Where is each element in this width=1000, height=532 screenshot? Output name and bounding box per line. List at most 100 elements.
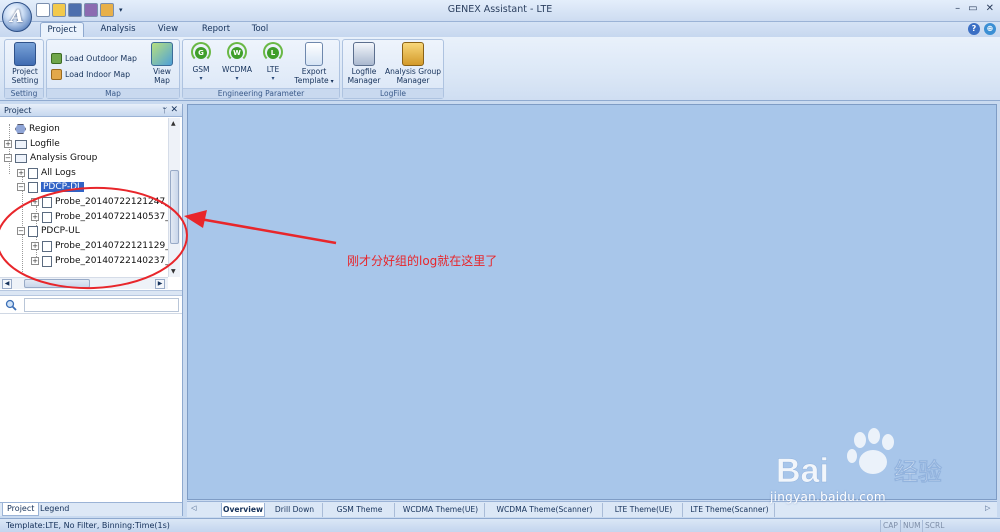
analysis-group-manager-label: Analysis Group Manager — [384, 67, 442, 85]
ribbon-group-map: Load Outdoor Map Load Indoor Map View Ma… — [46, 39, 180, 99]
tree-item-all-logs[interactable]: + All Logs — [17, 166, 76, 180]
group-label-map: Map — [47, 88, 179, 98]
scroll-up-icon[interactable]: ▲ — [171, 120, 176, 127]
wcdma-dropdown-icon: ▾ — [235, 75, 239, 82]
maximize-button[interactable]: ▭ — [968, 3, 977, 14]
group-label-logfile: LogFile — [343, 88, 443, 98]
vertical-scroll-thumb[interactable] — [170, 170, 179, 244]
project-setting-button[interactable]: Project Setting — [7, 42, 43, 85]
num-lock-indicator: NUM — [900, 520, 921, 532]
group-icon — [28, 181, 38, 193]
logfile-manager-label: Logfile Manager — [347, 67, 381, 85]
info-icon[interactable]: ⊕ — [984, 23, 996, 35]
analysis-group-folder-icon — [15, 153, 27, 163]
scroll-down-icon[interactable]: ▼ — [171, 268, 176, 275]
scroll-left-icon[interactable]: ◀ — [2, 279, 12, 289]
project-panel-header: Project ᛘ ✕ — [0, 104, 182, 117]
expand-icon[interactable]: + — [31, 257, 39, 265]
view-tab-wcdma-theme-scanner[interactable]: WCDMA Theme(Scanner) — [487, 503, 603, 517]
tab-report[interactable]: Report — [196, 22, 236, 37]
panel-tab-project[interactable]: Project — [2, 503, 40, 516]
expand-icon[interactable]: + — [31, 198, 39, 206]
collapse-icon[interactable]: − — [17, 183, 25, 191]
tab-tool[interactable]: Tool — [244, 22, 276, 37]
analysis-group-manager-button[interactable]: Analysis Group Manager — [383, 42, 443, 85]
expand-icon[interactable]: + — [17, 169, 25, 177]
load-outdoor-map-button[interactable]: Load Outdoor Map — [51, 53, 137, 64]
tree-label-analysis-group: Analysis Group — [30, 153, 98, 163]
group-icon — [28, 225, 38, 237]
help-icons: ? ⊕ — [968, 23, 996, 35]
watermark-url: jingyan.baidu.com — [770, 490, 886, 504]
main-workspace[interactable]: 刚才分好组的log就在这里了 — [187, 104, 997, 500]
outdoor-map-icon — [51, 53, 62, 64]
expand-icon[interactable]: + — [4, 140, 12, 148]
ribbon-group-engineering-parameter: G GSM ▾ W WCDMA ▾ L LTE ▾ Export Templat… — [182, 39, 340, 99]
tree-item-region[interactable]: Region — [4, 122, 60, 136]
tab-view[interactable]: View — [150, 22, 186, 37]
probe-file-icon — [42, 211, 52, 223]
tree-item-pdcp-ul[interactable]: − PDCP-UL — [17, 224, 80, 238]
wcdma-antenna-icon: W — [227, 42, 247, 64]
scroll-lock-indicator: SCRL — [922, 520, 944, 532]
tree-item-probe-ul-1[interactable]: + Probe_20140722121129_U — [31, 239, 168, 253]
tree-vertical-scrollbar[interactable]: ▲ ▼ — [168, 118, 180, 277]
horizontal-scroll-thumb[interactable] — [24, 279, 90, 288]
annotation-text: 刚才分好组的log就在这里了 — [347, 254, 498, 268]
tree-item-probe-ul-2[interactable]: + Probe_20140722140237_U — [31, 254, 168, 268]
view-tab-wcdma-theme-ue[interactable]: WCDMA Theme(UE) — [397, 503, 485, 517]
view-tab-lte-theme-ue[interactable]: LTE Theme(UE) — [605, 503, 683, 517]
wcdma-button[interactable]: W WCDMA ▾ — [217, 42, 257, 83]
panel-tab-strip: Project Legend — [0, 502, 182, 516]
tab-project[interactable]: Project — [40, 22, 84, 37]
panel-tab-legend[interactable]: Legend — [36, 503, 73, 516]
expand-icon[interactable]: + — [31, 213, 39, 221]
tab-scroll-right-icon[interactable]: ▷ — [985, 504, 990, 512]
search-input[interactable] — [24, 298, 179, 312]
title-bar: ▾ GENEX Assistant - LTE – ▭ ✕ — [0, 0, 1000, 22]
logfile-folder-icon — [15, 139, 27, 149]
collapse-icon[interactable]: − — [17, 227, 25, 235]
view-map-icon — [151, 42, 173, 66]
tree-item-probe-dl-2[interactable]: + Probe_20140722140537_D — [31, 210, 168, 224]
project-panel-title: Project — [4, 106, 32, 115]
logfile-manager-button[interactable]: Logfile Manager — [345, 42, 383, 85]
tree-horizontal-scrollbar[interactable]: ◀ ▶ — [0, 277, 168, 289]
tree-item-pdcp-dl[interactable]: − PDCP-DL — [17, 180, 85, 194]
expand-icon[interactable]: + — [31, 242, 39, 250]
export-template-button[interactable]: Export Template ▾ — [291, 42, 337, 86]
pin-icon[interactable]: ᛘ — [162, 104, 167, 117]
region-icon — [15, 124, 26, 134]
group-icon — [28, 167, 38, 179]
lte-button[interactable]: L LTE ▾ — [259, 42, 287, 83]
tab-analysis[interactable]: Analysis — [96, 22, 140, 37]
status-bar: Template:LTE, No Filter, Binning:Time(1s… — [0, 518, 1000, 532]
help-icon[interactable]: ? — [968, 23, 980, 35]
project-setting-icon — [14, 42, 36, 66]
collapse-icon[interactable]: − — [4, 154, 12, 162]
minimize-button[interactable]: – — [955, 3, 960, 14]
tree-item-probe-dl-1[interactable]: + Probe_20140722121247_D — [31, 195, 168, 209]
search-icon — [5, 299, 17, 311]
tree-item-logfile[interactable]: + Logfile — [4, 137, 60, 151]
tree-label-probe-dl-2: Probe_20140722140537_D — [55, 212, 168, 222]
panel-close-icon[interactable]: ✕ — [170, 104, 178, 117]
tree-label-region: Region — [29, 124, 60, 134]
analysis-group-manager-icon — [402, 42, 424, 66]
project-panel: Project ᛘ ✕ Region + Logfile − Analysis … — [0, 104, 183, 516]
view-map-button[interactable]: View Map — [147, 42, 177, 85]
view-tab-lte-theme-scanner[interactable]: LTE Theme(Scanner) — [685, 503, 775, 517]
load-indoor-map-button[interactable]: Load Indoor Map — [51, 69, 130, 80]
view-tab-gsm-theme[interactable]: GSM Theme — [325, 503, 395, 517]
export-template-label: Export Template — [294, 67, 329, 85]
view-tab-drill-down[interactable]: Drill Down — [267, 503, 323, 517]
gsm-button[interactable]: G GSM ▾ — [187, 42, 215, 83]
group-label-setting: Setting — [5, 88, 43, 98]
tree-item-analysis-group[interactable]: − Analysis Group — [4, 151, 97, 165]
tab-scroll-left-icon[interactable]: ◁ — [191, 504, 196, 512]
application-orb-button[interactable]: A — [2, 2, 32, 32]
ribbon: Project Setting Setting Load Outdoor Map… — [0, 37, 1000, 101]
view-tab-overview[interactable]: Overview — [221, 503, 265, 517]
close-button[interactable]: ✕ — [986, 3, 994, 14]
scroll-right-icon[interactable]: ▶ — [155, 279, 165, 289]
